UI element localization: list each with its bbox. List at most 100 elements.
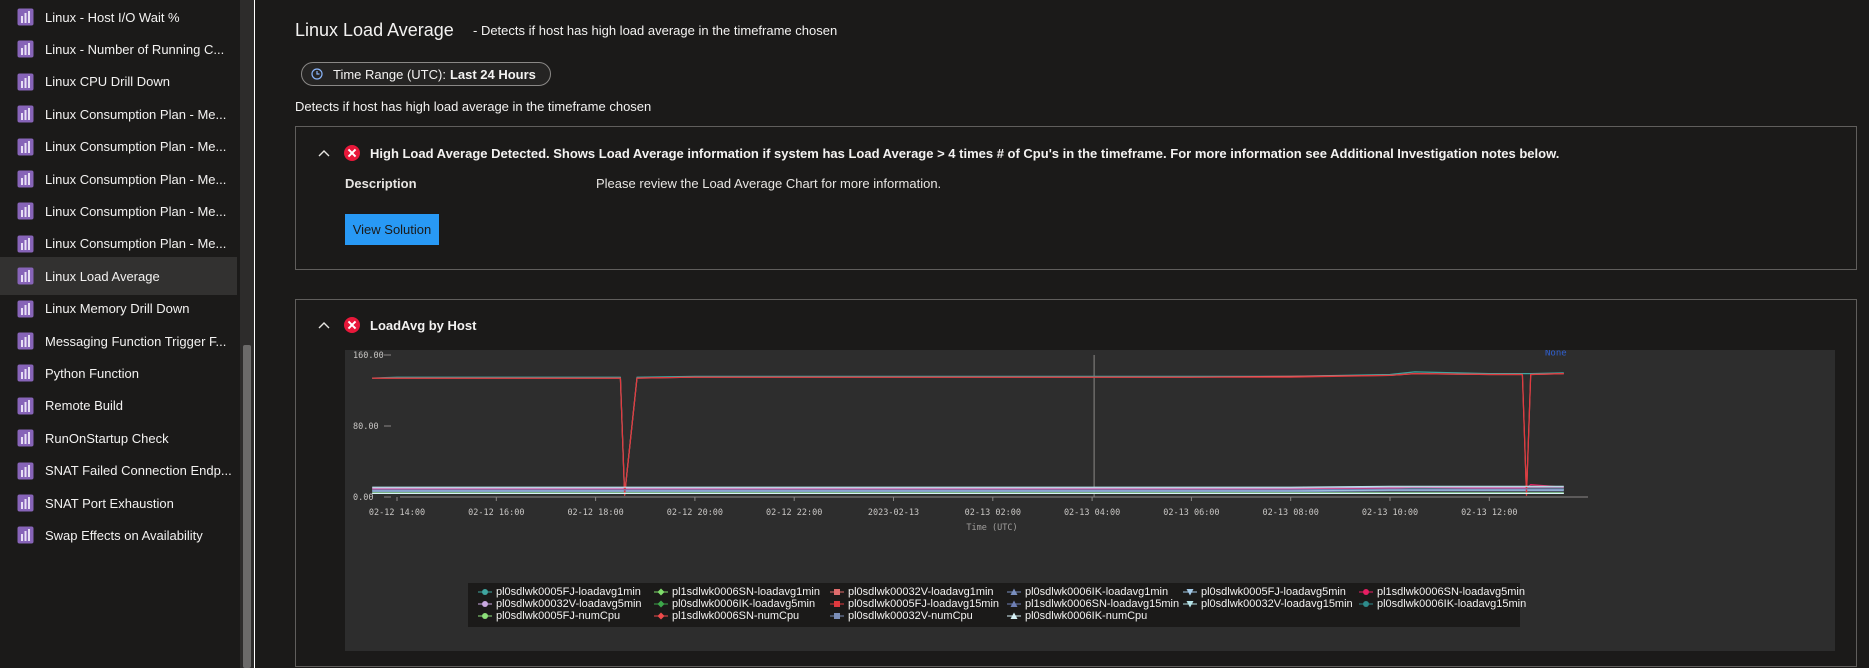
report-icon [17,526,34,544]
clock-icon [311,68,323,80]
report-icon [17,202,34,220]
legend-label: pl0sdlwk00032V-loadavg1min [848,586,994,598]
chart-legend: pl0sdlwk0005FJ-loadavg1min pl1sdlwk0006SN… [468,583,1526,627]
sidebar-item-label: SNAT Failed Connection Endp... [45,463,232,479]
legend-item[interactable]: pl0sdlwk0006IK-loadavg1min [1007,586,1168,598]
legend-item[interactable]: pl0sdlwk0006IK-numCpu [1007,610,1147,622]
page-description: Detects if host has high load average in… [295,99,652,114]
series-line [372,373,1564,496]
view-solution-button[interactable]: View Solution [345,214,439,245]
time-range-button[interactable]: Time Range (UTC): Last 24 Hours [301,62,551,86]
legend-marker [1007,600,1021,607]
report-icon [17,300,34,318]
x-tick-label: 02-12 16:00 [468,508,524,518]
sidebar-item[interactable]: Swap Effects on Availability [0,516,237,554]
x-tick-label: 02-12 22:00 [766,508,822,518]
legend-marker [830,613,844,619]
report-icon [17,364,34,382]
insight-panel: High Load Average Detected. Shows Load A… [295,126,1857,270]
page-subtitle: - Detects if host has high load average … [473,23,838,38]
page-title: Linux Load Average [295,20,454,40]
legend-label: pl0sdlwk0006IK-loadavg15min [1377,598,1527,610]
report-icon [17,462,34,480]
y-tick-label: 0.00 [353,493,373,503]
sidebar-item-label: Linux Consumption Plan - Me... [45,106,227,122]
sidebar-item-label: Python Function [45,365,139,381]
x-tick-label: 02-12 20:00 [667,508,723,518]
chevron-up-icon[interactable] [318,149,330,157]
legend-item[interactable]: pl1sdlwk0006SN-numCpu [654,610,799,622]
sidebar-scrollbar[interactable] [240,0,254,668]
chart-panel-title: LoadAvg by Host [370,317,477,333]
report-icon [17,105,34,123]
legend-item[interactable]: pl0sdlwk0005FJ-numCpu [478,610,620,622]
legend-marker [478,589,492,595]
legend-label: pl1sdlwk0006SN-loadavg15min [1025,598,1180,610]
legend-item[interactable]: pl0sdlwk0006IK-loadavg5min [654,598,815,610]
legend-label: pl1sdlwk0006SN-numCpu [672,610,800,622]
legend-item[interactable]: pl0sdlwk0005FJ-loadavg1min [478,586,641,598]
error-icon [344,317,360,333]
sidebar-scroll-thumb[interactable] [243,345,251,668]
overlay-label: None [1545,350,1567,359]
legend-marker [1007,588,1021,595]
legend-marker [654,588,668,596]
error-icon [344,145,360,161]
loadavg-chart[interactable]: 160.00 80.00 0.00 02-12 14:00 02-12 16:00 02-… [345,350,1835,651]
sidebar-item-label: Linux - Number of Running C... [45,41,225,57]
legend-marker [478,601,492,607]
legend-marker [830,589,844,595]
legend-label: pl0sdlwk00032V-loadavg5min [496,598,642,610]
legend-item[interactable]: pl0sdlwk00032V-loadavg5min [478,598,642,610]
legend-marker [830,601,844,607]
series-line [372,371,1564,496]
sidebar-item-label: Linux Load Average [45,268,160,284]
x-tick-label: 02-13 02:00 [965,508,1021,518]
report-icon [17,8,34,26]
description-text: Please review the Load Average Chart for… [596,176,942,191]
chart-panel: LoadAvg by Host 160.00 80.00 0.00 02-12 14:… [295,299,1857,667]
y-tick-label: 160.00 [353,351,384,361]
chevron-up-icon[interactable] [318,321,330,329]
legend-label: pl0sdlwk0005FJ-numCpu [496,610,621,622]
legend-label: pl0sdlwk0006IK-numCpu [1025,610,1148,622]
legend-item[interactable]: pl0sdlwk0006IK-loadavg15min [1359,598,1526,610]
legend-item[interactable]: pl0sdlwk0005FJ-loadavg15min [830,598,999,610]
legend-marker [654,612,668,620]
legend-item[interactable]: pl0sdlwk00032V-loadavg1min [830,586,994,598]
x-tick-label: 2023-02-13 [868,508,919,518]
legend-label: pl1sdlwk0006SN-loadavg5min [1377,586,1525,598]
legend-marker [478,613,492,619]
legend-item[interactable]: pl0sdlwk00032V-numCpu [830,610,973,622]
report-icon [17,73,34,91]
report-icon [17,494,34,512]
sidebar-item-label: Linux Consumption Plan - Me... [45,236,227,252]
sidebar-item-label: SNAT Port Exhaustion [45,495,174,511]
series-line [372,373,1564,496]
legend-item[interactable]: pl1sdlwk0006SN-loadavg5min [1359,586,1525,598]
legend-label: pl0sdlwk0006IK-loadavg5min [672,598,816,610]
x-tick-label: 02-12 14:00 [369,508,425,518]
legend-label: pl0sdlwk00032V-loadavg15min [1201,598,1353,610]
x-tick-label: 02-13 08:00 [1263,508,1319,518]
legend-label: pl0sdlwk00032V-numCpu [848,610,973,622]
x-axis-label: Time (UTC) [966,523,1017,533]
sidebar-item-label: Linux Consumption Plan - Me... [45,171,227,187]
legend-marker [1183,601,1197,608]
sidebar-item-label: Linux Memory Drill Down [45,301,190,317]
main-content: Linux Load Average - Detects if host has… [255,0,1869,668]
x-tick-label: 02-12 18:00 [567,508,623,518]
description-label: Description [345,176,417,191]
y-tick-label: 80.00 [353,422,379,432]
legend-marker [1359,589,1373,595]
x-tick-label: 02-13 10:00 [1362,508,1418,518]
report-icon [17,332,34,350]
sidebar-item-label: Swap Effects on Availability [45,527,203,543]
legend-item[interactable]: pl0sdlwk0005FJ-loadavg5min [1183,586,1346,598]
legend-label: pl0sdlwk0005FJ-loadavg1min [496,586,641,598]
report-icon [17,429,34,447]
legend-item[interactable]: pl0sdlwk00032V-loadavg15min [1183,598,1353,610]
legend-marker [1183,589,1197,596]
legend-item[interactable]: pl1sdlwk0006SN-loadavg15min [1007,598,1179,610]
legend-item[interactable]: pl1sdlwk0006SN-loadavg1min [654,586,820,598]
